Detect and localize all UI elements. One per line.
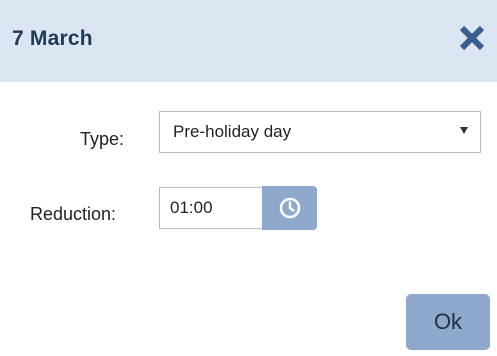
clock-icon [279,197,301,219]
reduction-time-input[interactable] [159,187,262,229]
dialog-title: 7 March [12,27,93,50]
close-icon [459,25,485,51]
dropdown-arrow-icon [460,127,468,134]
type-select[interactable]: Pre-holiday day [159,111,481,153]
type-select-value: Pre-holiday day [173,122,292,141]
close-button[interactable] [456,22,488,54]
day-settings-dialog: 7 March Type: Pre-holiday day Reduction:… [0,0,497,356]
time-picker-button[interactable] [262,186,317,230]
reduction-label: Reduction: [30,204,117,224]
ok-button[interactable]: Ok [406,294,490,350]
type-label: Type: [80,129,125,149]
dialog-header: 7 March [0,0,497,82]
